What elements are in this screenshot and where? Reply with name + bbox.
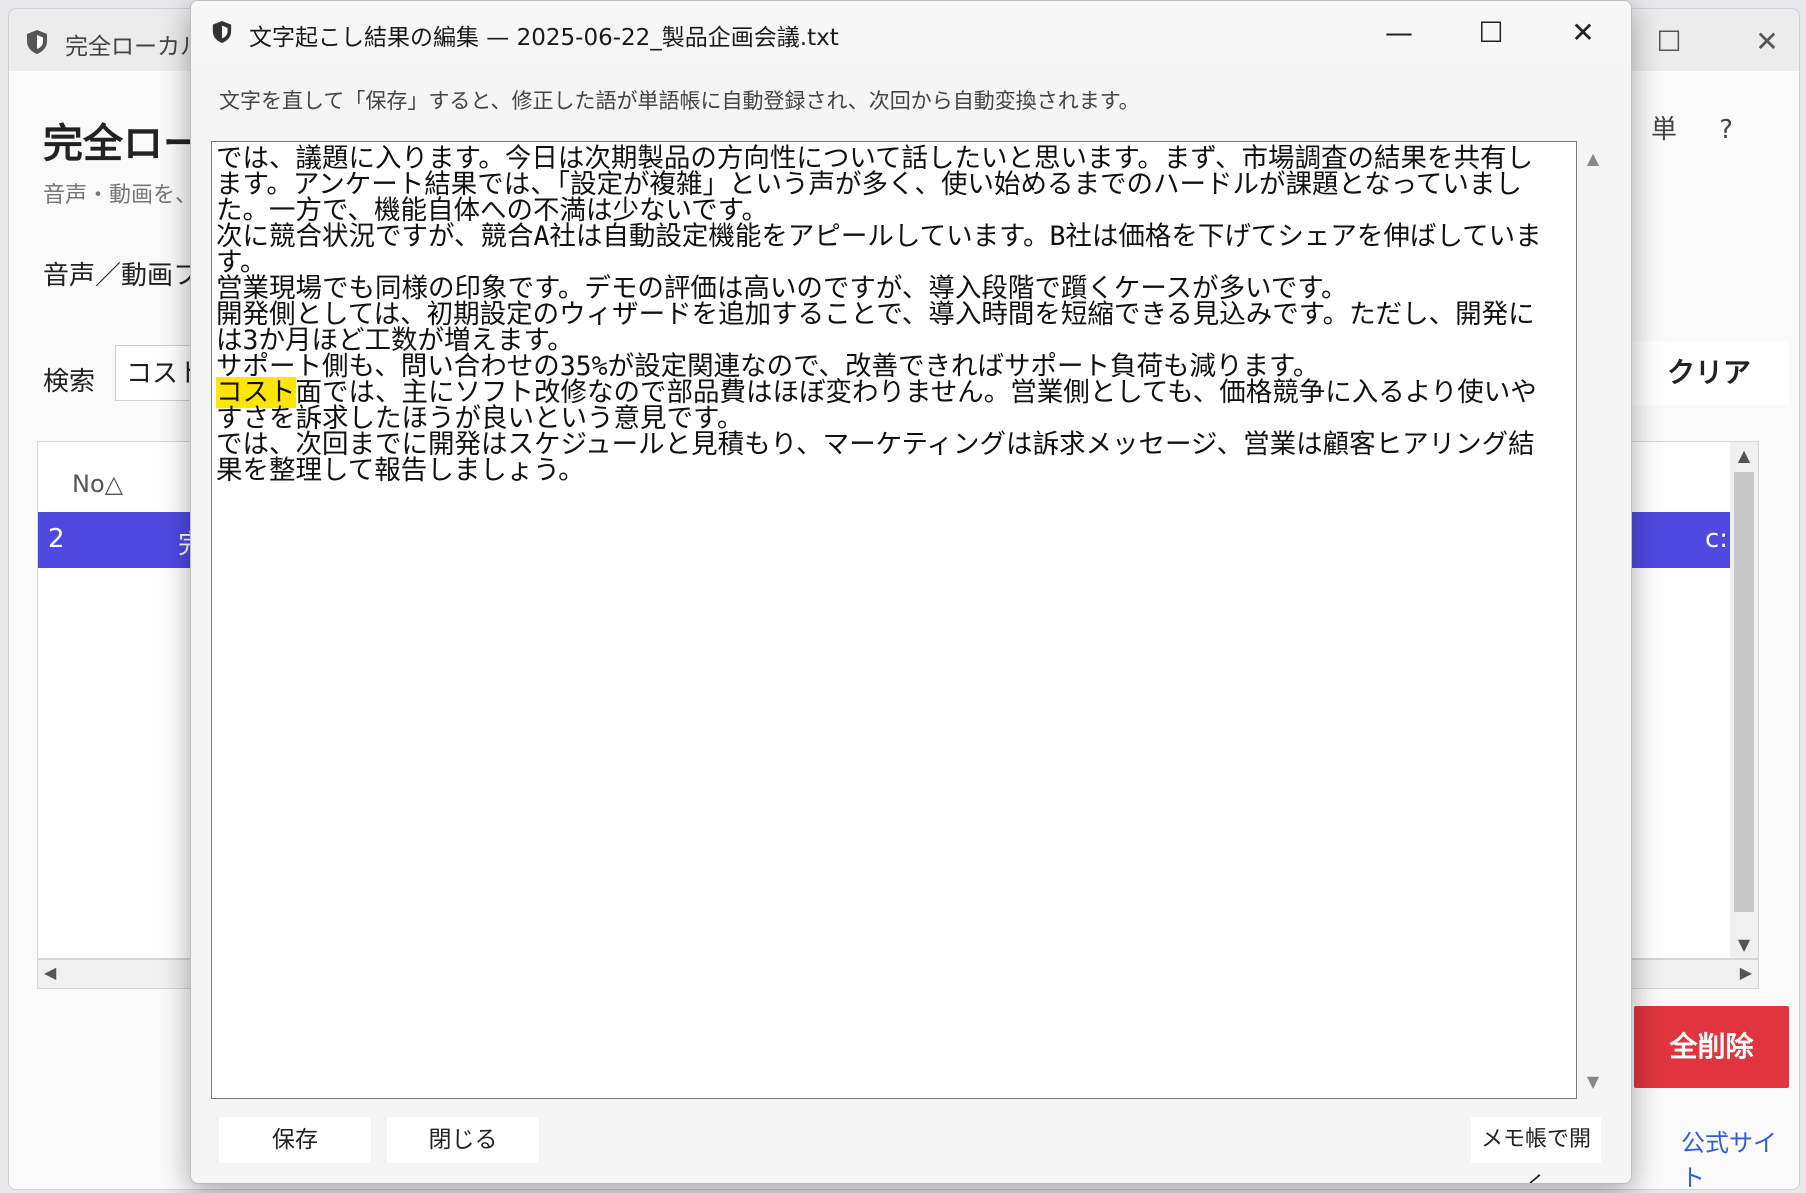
column-header-no[interactable]: No△: [72, 470, 123, 498]
scroll-down-icon[interactable]: ▼: [1579, 1072, 1607, 1091]
scroll-up-icon[interactable]: ▲: [1730, 446, 1758, 465]
scroll-up-icon[interactable]: ▲: [1579, 149, 1607, 168]
open-in-notepad-button[interactable]: メモ帳で開く: [1471, 1117, 1601, 1183]
edit-transcript-dialog: 文字起こし結果の編集 — 2025-06-22_製品企画会議.txt — ☐ ✕…: [190, 0, 1632, 1184]
search-highlight: コスト: [216, 377, 296, 408]
official-site-link[interactable]: 公式サイト: [1681, 1123, 1799, 1189]
transcript-line[interactable]: 次に競合状況ですが、競合A社は自動設定機能をアピールしています。B社は価格を下げ…: [216, 223, 1556, 276]
maximize-icon[interactable]: ☐: [1649, 25, 1689, 58]
close-icon[interactable]: ✕: [1747, 25, 1787, 58]
row-path: c:: [1704, 524, 1728, 554]
row-number: 2: [48, 524, 65, 554]
edit-hint: 文字を直して「保存」すると、修正した語が単語帳に自動登録され、次回から自動変換さ…: [219, 89, 1140, 113]
table-vertical-scrollbar[interactable]: ▲ ▼: [1730, 442, 1758, 958]
transcript-line[interactable]: 開発側としては、初期設定のウィザードを追加することで、導入時間を短縮できる見込み…: [216, 301, 1556, 354]
media-file-label: 音声／動画フ: [43, 261, 200, 291]
close-icon[interactable]: ✕: [1537, 5, 1629, 61]
minimize-icon[interactable]: —: [1353, 5, 1445, 61]
search-label: 検索: [43, 367, 96, 397]
transcript-editor[interactable]: では、議題に入ります。今日は次期製品の方向性について話したいと思います。まず、市…: [211, 141, 1577, 1099]
close-button[interactable]: 閉じる: [387, 1117, 539, 1163]
dialog-title: 文字起こし結果の編集 — 2025-06-22_製品企画会議.txt: [249, 25, 839, 51]
transcript-text[interactable]: では、議題に入ります。今日は次期製品の方向性について話したいと思います。まず、市…: [216, 145, 1556, 484]
shield-app-icon: [27, 30, 47, 54]
scroll-right-icon[interactable]: ▶: [1740, 963, 1752, 982]
delete-all-button[interactable]: 全削除: [1634, 1006, 1789, 1088]
editor-vertical-scrollbar[interactable]: ▲ ▼: [1579, 141, 1607, 1099]
scroll-thumb[interactable]: [1734, 472, 1754, 912]
scroll-left-icon[interactable]: ◀: [44, 963, 56, 982]
maximize-icon[interactable]: ☐: [1445, 5, 1537, 61]
shield-app-icon: [212, 21, 232, 43]
app-subtitle: 音声・動画を、: [43, 183, 198, 208]
scroll-down-icon[interactable]: ▼: [1730, 935, 1758, 954]
transcript-line[interactable]: では、次回までに開発はスケジュールと見積もり、マーケティングは訴求メッセージ、営…: [216, 431, 1556, 484]
header-icons: 単 ?: [1617, 109, 1733, 146]
glossary-icon[interactable]: 単: [1651, 115, 1677, 145]
transcript-line[interactable]: では、議題に入ります。今日は次期製品の方向性について話したいと思います。まず、市…: [216, 145, 1556, 224]
dialog-titlebar: 文字起こし結果の編集 — 2025-06-22_製品企画会議.txt — ☐ ✕: [191, 1, 1631, 63]
transcript-line[interactable]: コスト面では、主にソフト改修なので部品費はほぼ変わりません。営業側としても、価格…: [216, 377, 1556, 432]
clear-button[interactable]: クリア: [1629, 341, 1789, 405]
save-button[interactable]: 保存: [219, 1117, 371, 1163]
help-icon[interactable]: ?: [1719, 115, 1733, 145]
